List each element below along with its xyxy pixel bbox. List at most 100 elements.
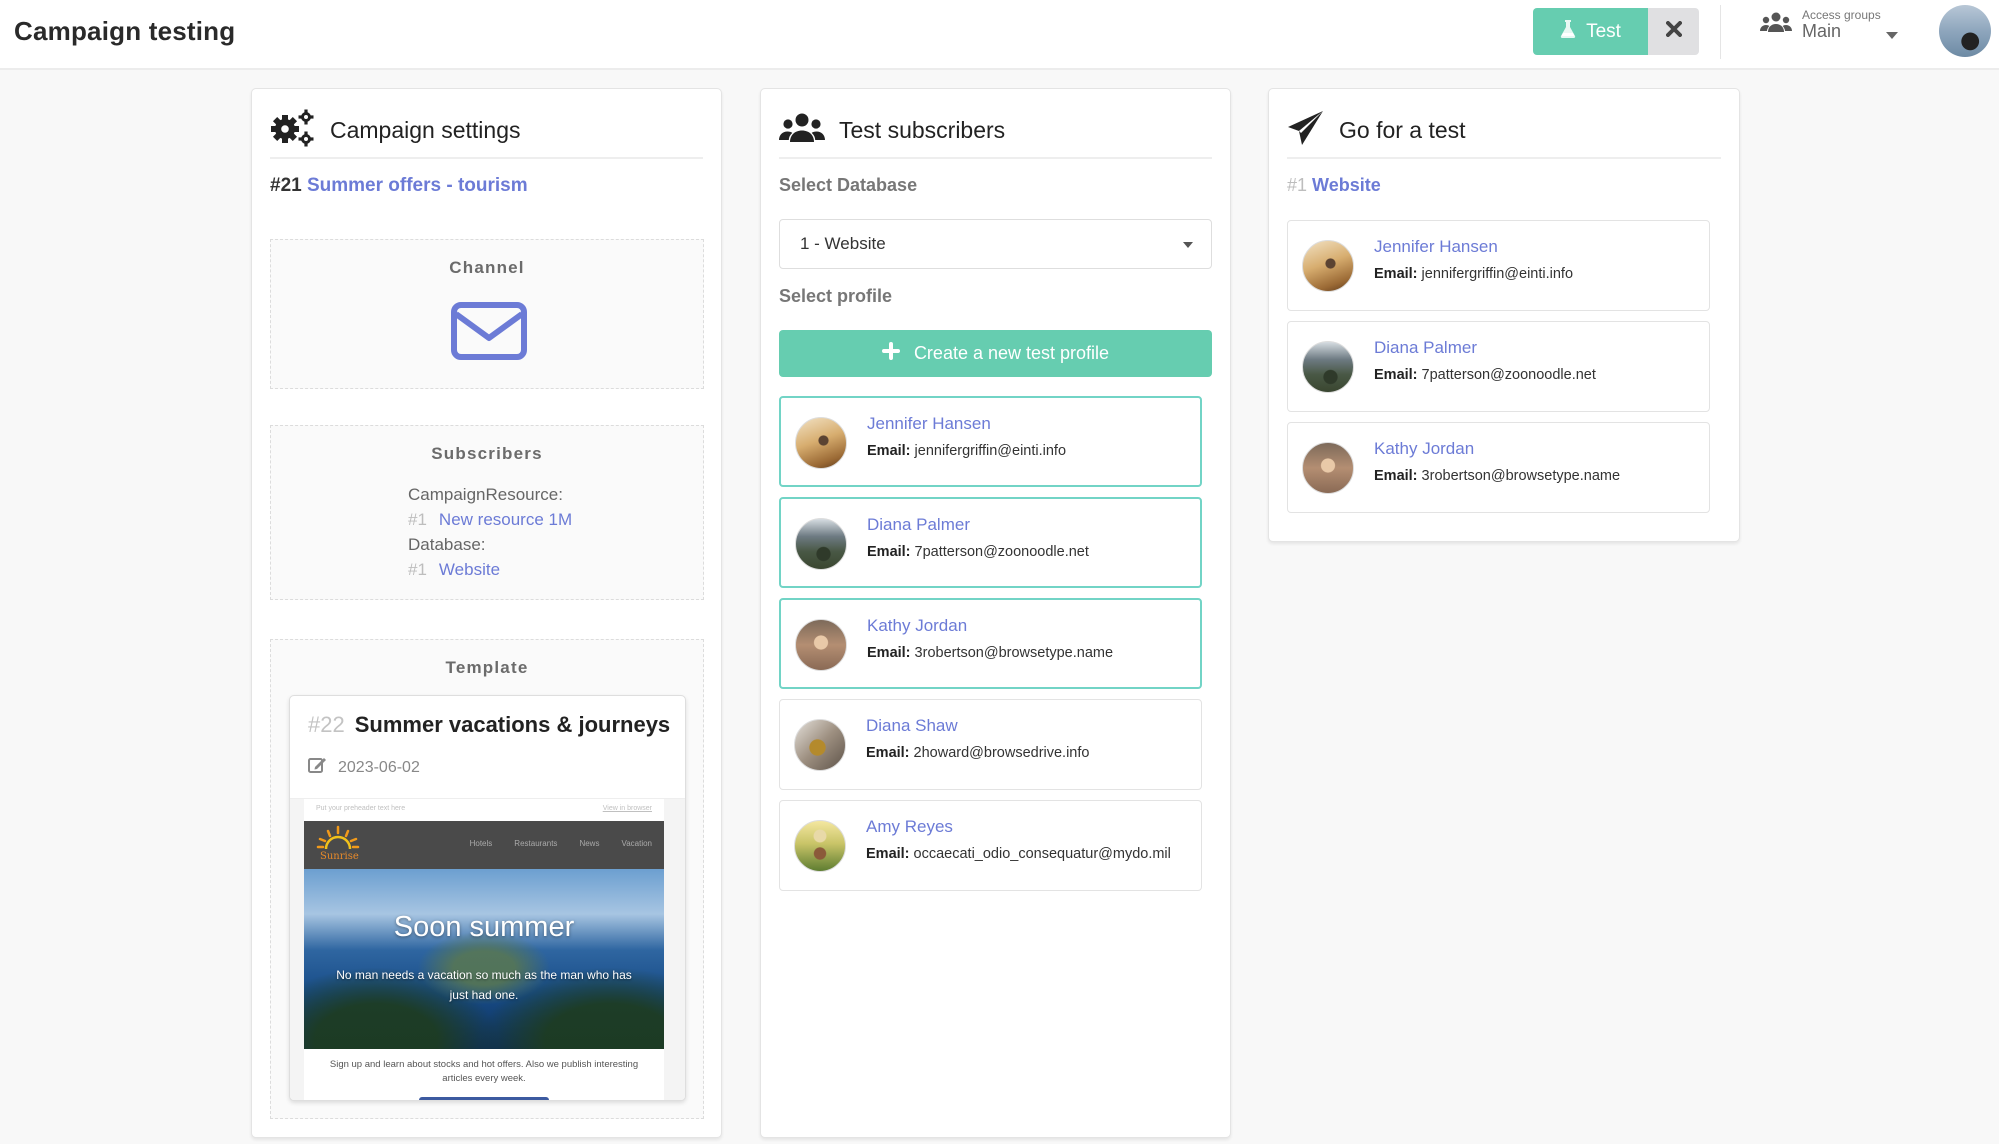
- chevron-down-icon[interactable]: [1886, 32, 1898, 39]
- edit-icon: [308, 756, 328, 779]
- paper-plane-icon: [1287, 110, 1325, 151]
- test-subscribers-panel: Test subscribers Select Database 1 - Web…: [760, 88, 1231, 1138]
- campaign-settings-header: Campaign settings: [270, 103, 703, 159]
- campaign-settings-title: Campaign settings: [330, 116, 521, 143]
- access-groups-dropdown[interactable]: Access groups Main: [1760, 8, 1881, 42]
- gears-icon: [270, 109, 316, 152]
- profile-email: Email: jennifergriffin@einti.info: [867, 443, 1066, 459]
- test-database-id: #1: [1287, 175, 1308, 195]
- preview-logo-text: Sunrise: [320, 851, 359, 862]
- preview-nav-link: News: [579, 839, 600, 848]
- email-value: 7patterson@zoonoodle.net: [1421, 367, 1596, 383]
- preview-nav-link: Vacation: [621, 839, 652, 848]
- access-groups-label: Access groups: [1802, 8, 1881, 22]
- recipient-email: Email: jennifergriffin@einti.info: [1374, 266, 1573, 282]
- page-title: Campaign testing: [14, 16, 236, 46]
- template-id: #22: [308, 712, 345, 737]
- email-label: Email:: [867, 443, 911, 459]
- recipient-email: Email: 3robertson@browsetype.name: [1374, 468, 1620, 484]
- recipient-card[interactable]: Jennifer Hansen Email: jennifergriffin@e…: [1287, 220, 1710, 311]
- email-value: 3robertson@browsetype.name: [1421, 468, 1621, 484]
- profile-card[interactable]: Jennifer Hansen Email: jennifergriffin@e…: [779, 396, 1202, 487]
- profile-name[interactable]: Diana Shaw: [866, 716, 958, 736]
- plus-icon: [881, 342, 900, 365]
- profile-email: Email: occaecati_odio_consequatur@mydo.m…: [866, 846, 1171, 862]
- profile-name[interactable]: Kathy Jordan: [867, 616, 967, 636]
- avatar: [794, 719, 846, 771]
- preview-nav-links: Hotels Restaurants News Vacation: [470, 839, 652, 848]
- flask-icon: [1560, 19, 1576, 45]
- subscribers-title: Subscribers: [431, 444, 543, 463]
- template-preview: Put your preheader text here View in bro…: [290, 798, 685, 1100]
- template-date: 2023-06-02: [338, 758, 420, 776]
- database-select[interactable]: 1 - Website: [779, 219, 1212, 269]
- campaign-reference: #21 Summer offers - tourism: [270, 175, 528, 197]
- recipient-name[interactable]: Kathy Jordan: [1374, 439, 1474, 459]
- users-icon: [1760, 12, 1792, 39]
- template-heading: #22 Summer vacations & journeys: [308, 712, 670, 738]
- recipient-card[interactable]: Kathy Jordan Email: 3robertson@browsetyp…: [1287, 422, 1710, 513]
- test-database: #1 Website: [1287, 175, 1381, 196]
- channel-box: Channel: [270, 239, 704, 389]
- select-profile-label: Select profile: [779, 286, 893, 306]
- channel-title: Channel: [449, 258, 525, 277]
- avatar: [795, 619, 847, 671]
- profile-name[interactable]: Diana Palmer: [867, 515, 970, 535]
- create-test-profile-button[interactable]: Create a new test profile: [779, 330, 1212, 377]
- preview-email: Put your preheader text here View in bro…: [304, 799, 664, 1100]
- email-value: 2howard@browsedrive.info: [913, 745, 1090, 761]
- campaign-name-link[interactable]: Summer offers - tourism: [307, 175, 528, 196]
- database-id: #1: [408, 560, 427, 579]
- template-title: Template: [445, 658, 529, 677]
- email-label: Email:: [867, 544, 911, 560]
- recipient-name[interactable]: Diana Palmer: [1374, 338, 1477, 358]
- preview-preheader: Put your preheader text here: [316, 805, 406, 812]
- test-database-link[interactable]: Website: [1312, 175, 1381, 195]
- email-label: Email:: [1374, 266, 1418, 282]
- database-select-value: 1 - Website: [800, 234, 886, 253]
- profile-name[interactable]: Amy Reyes: [866, 817, 953, 837]
- profile-card[interactable]: Amy Reyes Email: occaecati_odio_consequa…: [779, 800, 1202, 891]
- template-card[interactable]: #22 Summer vacations & journeys 2023-06-…: [289, 695, 686, 1101]
- email-label: Email:: [1374, 468, 1418, 484]
- close-button[interactable]: [1648, 8, 1699, 55]
- email-label: Email:: [866, 745, 910, 761]
- subscribers-box: Subscribers CampaignResource: #1 New res…: [270, 425, 704, 600]
- preview-hero-title: Soon summer: [393, 911, 575, 943]
- template-date-row: 2023-06-02: [308, 756, 420, 779]
- email-value: occaecati_odio_consequatur@mydo.mil: [913, 846, 1171, 862]
- recipient-name[interactable]: Jennifer Hansen: [1374, 237, 1498, 257]
- go-for-test-panel: Go for a test #1 Website Jennifer Hansen…: [1268, 88, 1740, 542]
- campaign-id: #21: [270, 175, 302, 196]
- select-database-label: Select Database: [779, 175, 918, 195]
- preview-nav: Sunrise Hotels Restaurants News Vacation: [304, 821, 664, 869]
- header-divider: [1720, 5, 1721, 59]
- template-box: Template #22 Summer vacations & journeys…: [270, 639, 704, 1119]
- preview-footer-text: Sign up and learn about stocks and hot o…: [329, 1059, 639, 1084]
- database-label: Database:: [408, 535, 486, 554]
- profile-name[interactable]: Jennifer Hansen: [867, 414, 991, 434]
- user-avatar[interactable]: [1939, 5, 1991, 57]
- resource-link[interactable]: New resource 1M: [439, 507, 572, 532]
- profile-card[interactable]: Diana Shaw Email: 2howard@browsedrive.in…: [779, 699, 1202, 790]
- database-link[interactable]: Website: [439, 557, 500, 582]
- preview-hero-image: Soon summer No man needs a vacation so m…: [304, 869, 664, 1049]
- profile-card[interactable]: Diana Palmer Email: 7patterson@zoonoodle…: [779, 497, 1202, 588]
- profile-card[interactable]: Kathy Jordan Email: 3robertson@browsetyp…: [779, 598, 1202, 689]
- avatar: [795, 518, 847, 570]
- email-label: Email:: [867, 645, 911, 661]
- avatar: [795, 417, 847, 469]
- test-button-label: Test: [1586, 20, 1621, 42]
- preview-view-in-browser: View in browser: [602, 805, 652, 812]
- recipient-card[interactable]: Diana Palmer Email: 7patterson@zoonoodle…: [1287, 321, 1710, 412]
- avatar: [1302, 341, 1354, 393]
- test-subscribers-header: Test subscribers: [779, 103, 1212, 159]
- campaign-settings-panel: Campaign settings #21 Summer offers - to…: [251, 88, 722, 1138]
- subscribers-info: CampaignResource: #1 New resource 1M Dat…: [408, 482, 572, 582]
- email-label: Email:: [1374, 367, 1418, 383]
- go-for-test-header: Go for a test: [1287, 103, 1721, 159]
- preview-hero-subtitle: No man needs a vacation so much as the m…: [336, 968, 632, 1002]
- test-button[interactable]: Test: [1533, 8, 1648, 55]
- preview-nav-link: Restaurants: [514, 839, 558, 848]
- email-value: 3robertson@browsetype.name: [914, 645, 1114, 661]
